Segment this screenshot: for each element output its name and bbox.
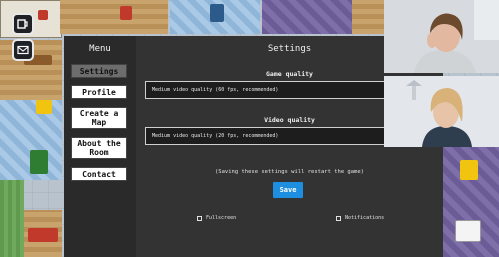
map-chair [120, 6, 132, 20]
video-quality-select[interactable]: Medium video quality (20 fps, recommende… [145, 127, 407, 145]
fullscreen-option[interactable]: Fullscreen [197, 215, 236, 221]
map-couch [28, 228, 58, 242]
notifications-label: Notifications [345, 215, 385, 221]
mug-icon [17, 19, 28, 29]
map-sign [455, 220, 481, 242]
map-box [36, 100, 52, 114]
map-plant [30, 150, 48, 174]
menu-item-contact[interactable]: Contact [71, 167, 127, 181]
fullscreen-label: Fullscreen [206, 215, 237, 221]
map-desk [210, 4, 224, 22]
video-tile[interactable] [384, 76, 499, 147]
map-rug [262, 0, 352, 34]
notifications-option[interactable]: Notifications [336, 215, 384, 221]
save-button[interactable]: Save [273, 182, 303, 198]
mail-icon [17, 45, 29, 55]
menu-title: Menu [89, 44, 111, 54]
video-tile[interactable] [384, 0, 499, 73]
participant-video [384, 0, 499, 73]
menu-item-about-room[interactable]: About the Room [71, 137, 127, 159]
mug-button[interactable] [12, 13, 34, 35]
map-floor [60, 0, 168, 34]
map-grass [0, 180, 24, 257]
map-floor [352, 0, 384, 34]
menu-item-settings[interactable]: Settings [71, 64, 127, 78]
participant-video [384, 76, 499, 147]
fullscreen-checkbox[interactable] [197, 215, 202, 221]
map-chair [38, 10, 48, 20]
map-box [460, 160, 478, 180]
menu-item-profile[interactable]: Profile [71, 85, 127, 99]
restart-note: (Saving these settings will restart the … [214, 169, 364, 175]
menu-item-create-map[interactable]: Create a Map [71, 107, 127, 129]
notifications-checkbox[interactable] [336, 215, 341, 221]
mail-button[interactable] [12, 39, 34, 61]
menu-panel: Menu Settings Profile Create a Map About… [64, 36, 138, 257]
game-quality-select[interactable]: Medium video quality (60 fps, recommende… [145, 81, 407, 99]
